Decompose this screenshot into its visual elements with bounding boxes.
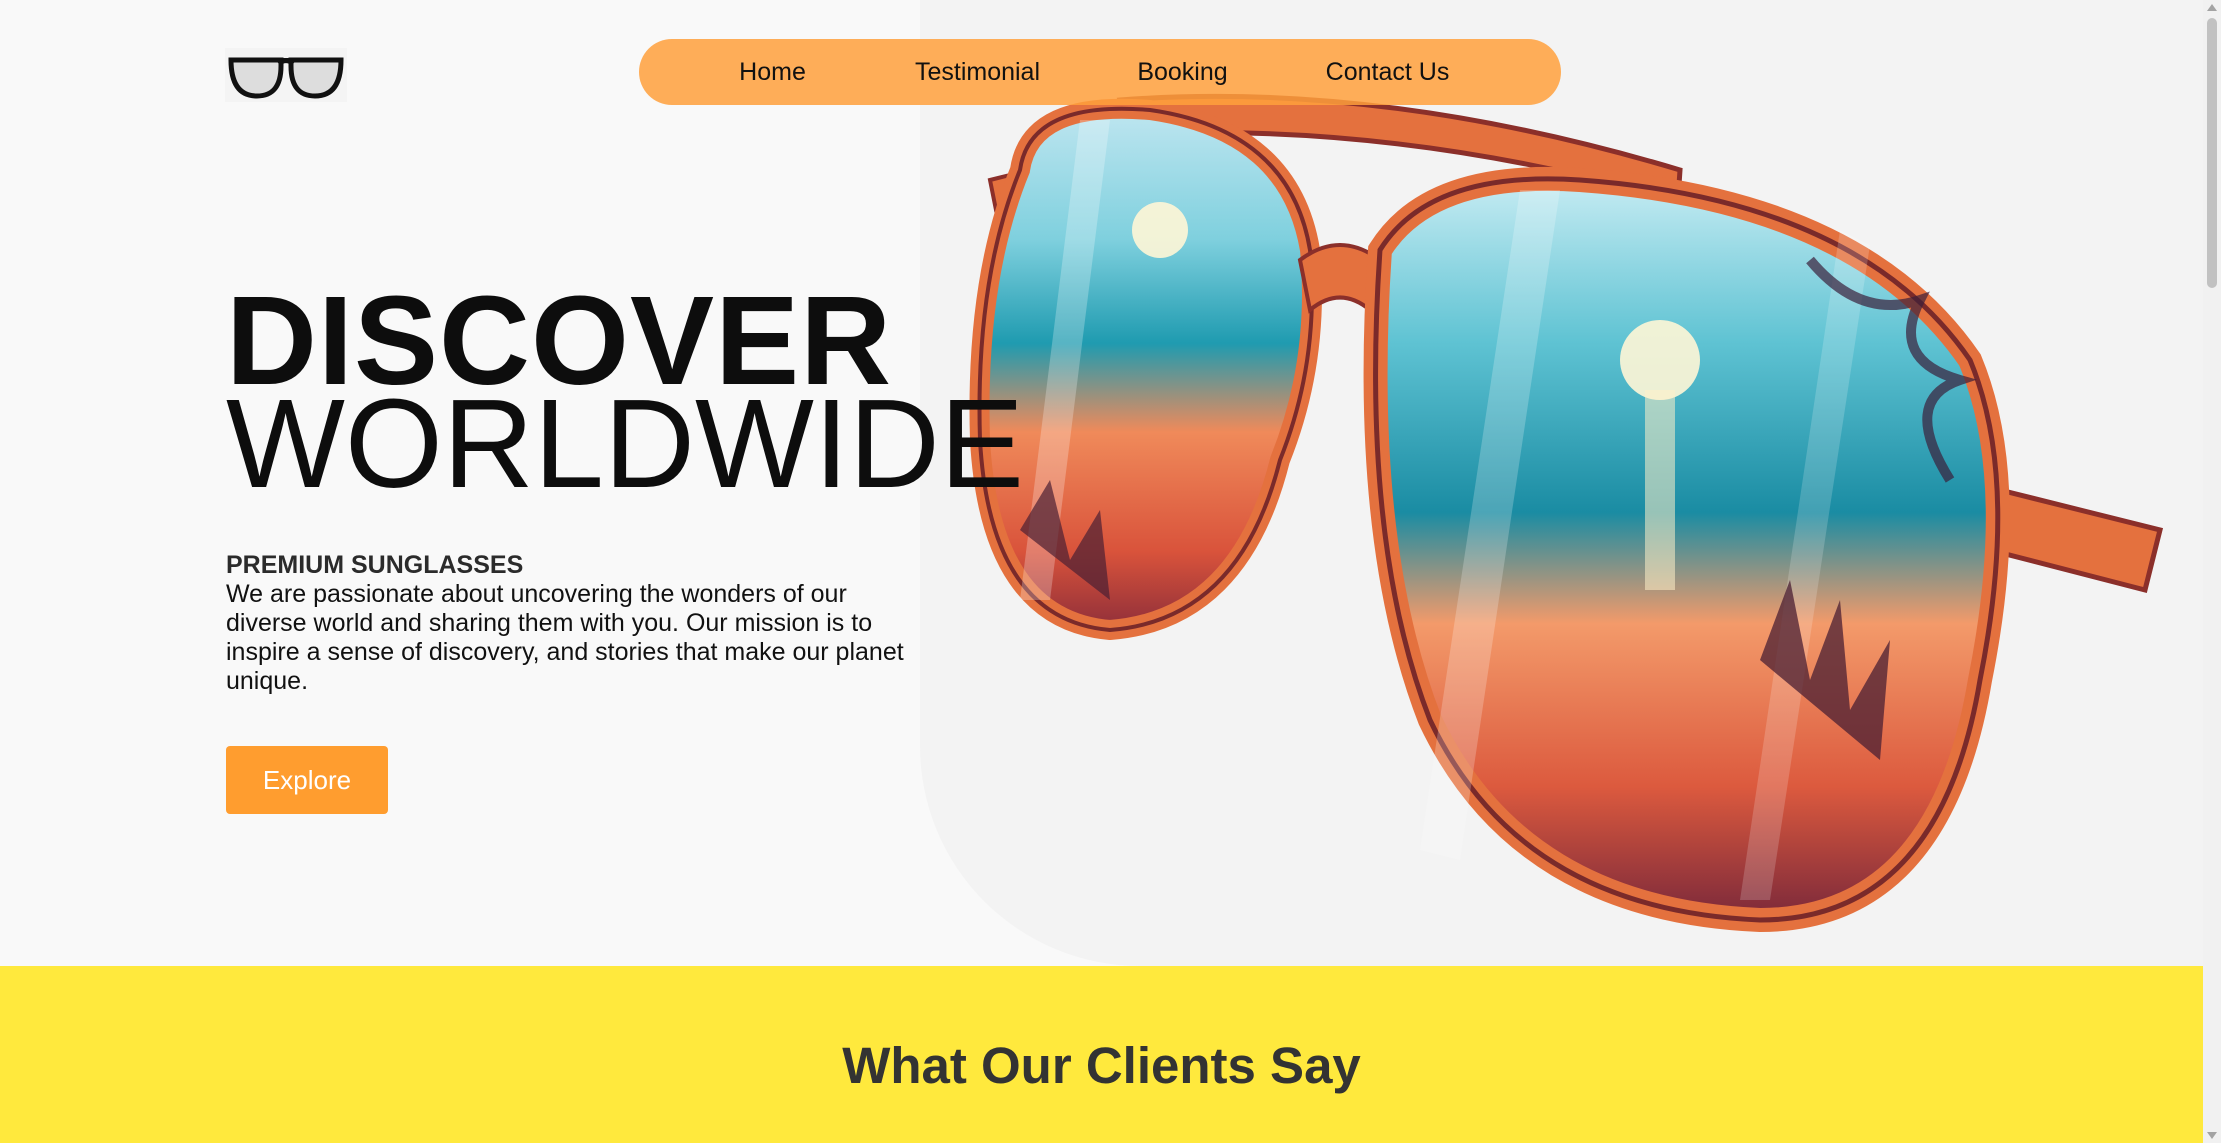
logo[interactable]	[225, 48, 347, 102]
testimonial-heading: What Our Clients Say	[842, 1037, 1361, 1094]
hero-description: We are passionate about uncovering the w…	[226, 580, 904, 695]
page: Home Testimonial Booking Contact Us DISC…	[0, 0, 2203, 1143]
main-nav: Home Testimonial Booking Contact Us	[639, 39, 1561, 105]
nav-home[interactable]: Home	[708, 58, 838, 87]
page-scrollbar[interactable]	[2203, 0, 2221, 1143]
hero-subtitle: PREMIUM SUNGLASSES	[226, 551, 524, 579]
nav-testimonial[interactable]: Testimonial	[878, 58, 1078, 87]
eyeglasses-icon	[225, 48, 347, 102]
nav-booking[interactable]: Booking	[1118, 58, 1248, 87]
hero-title-worldwide: WORLDWIDE	[226, 373, 1024, 514]
scrollbar-thumb[interactable]	[2207, 18, 2217, 288]
hero-sunglasses-image	[969, 93, 2164, 933]
scroll-up-arrow-icon[interactable]	[2207, 4, 2217, 11]
nav-contact-us[interactable]: Contact Us	[1288, 58, 1488, 87]
explore-button[interactable]: Explore	[226, 746, 388, 814]
scroll-down-arrow-icon[interactable]	[2207, 1132, 2217, 1139]
